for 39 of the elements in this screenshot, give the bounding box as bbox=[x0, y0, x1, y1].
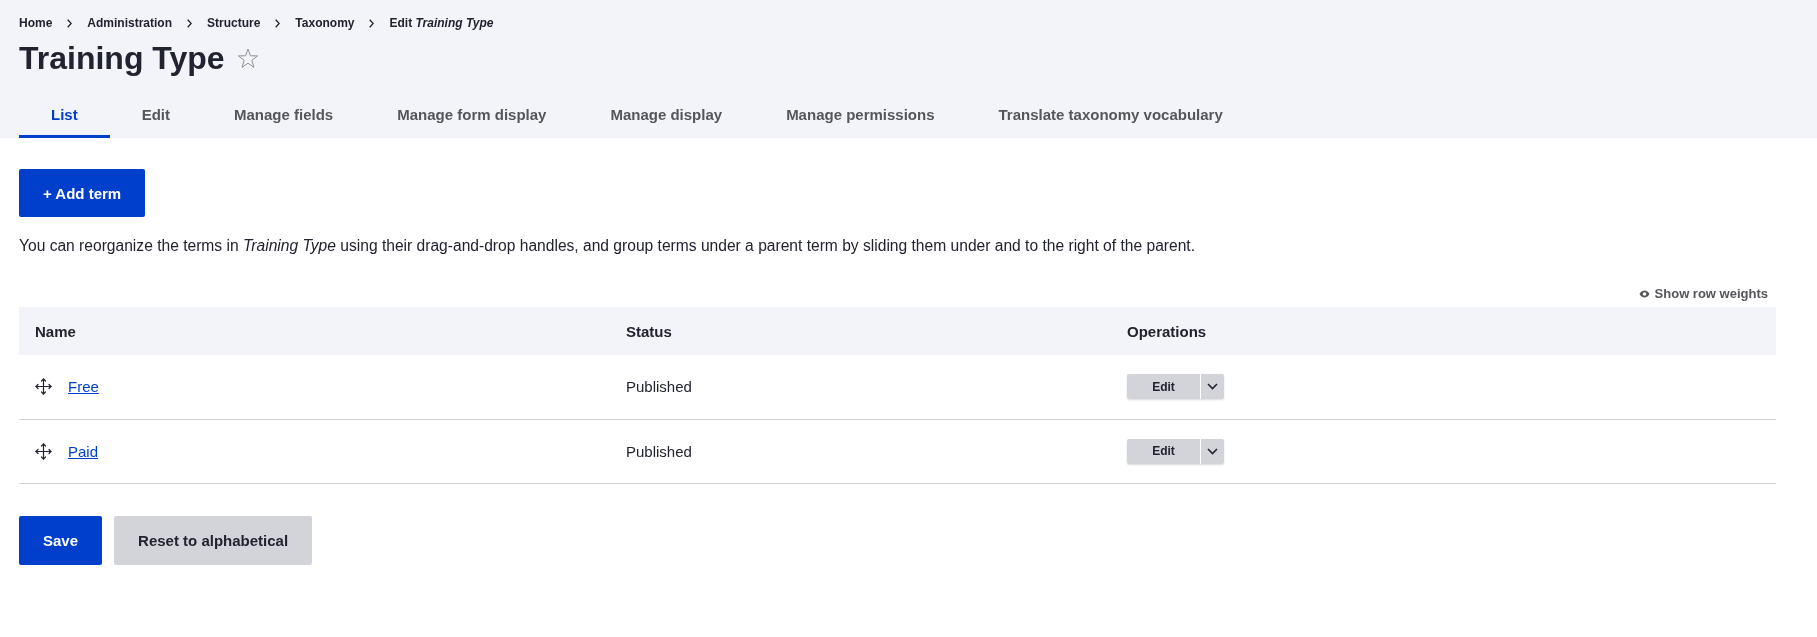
chevron-down-icon bbox=[1207, 383, 1218, 391]
column-header: Operations bbox=[1111, 307, 1776, 355]
show-row-weights-button[interactable]: Show row weights bbox=[1638, 285, 1768, 303]
tab[interactable]: Manage permissions bbox=[754, 90, 967, 138]
breadcrumb-link[interactable]: Administration bbox=[87, 14, 172, 32]
status-cell: Published bbox=[610, 419, 1111, 483]
edit-button[interactable]: Edit bbox=[1127, 438, 1200, 464]
save-button[interactable]: Save bbox=[19, 515, 103, 565]
help-text: You can reorganize the terms in Training Type using their drag-and-drop handles, and group terms under a parent term by sliding them under and to the right of the parent. bbox=[19, 236, 1196, 256]
star-icon[interactable] bbox=[236, 47, 259, 69]
breadcrumb-link[interactable]: Structure bbox=[207, 14, 261, 32]
status-cell: Published bbox=[610, 355, 1111, 419]
dropdown-toggle-button[interactable] bbox=[1200, 374, 1224, 400]
chevron-right-icon bbox=[275, 18, 281, 28]
breadcrumb-link[interactable]: Home bbox=[19, 14, 53, 32]
reset-button[interactable]: Reset to alphabetical bbox=[114, 515, 313, 565]
chevron-right-icon bbox=[369, 18, 375, 28]
term-link[interactable]: Paid bbox=[68, 442, 99, 460]
tab[interactable]: Manage fields bbox=[202, 90, 366, 138]
page-title: Training Type bbox=[19, 39, 225, 78]
chevron-down-icon bbox=[1207, 447, 1218, 455]
column-header: Name bbox=[19, 307, 610, 355]
tab[interactable]: List bbox=[19, 90, 110, 138]
edit-button[interactable]: Edit bbox=[1127, 374, 1200, 400]
move-icon[interactable] bbox=[35, 378, 52, 396]
add-term-button[interactable]: + Add term bbox=[19, 169, 146, 217]
tab[interactable]: Manage form display bbox=[365, 90, 579, 138]
column-header: Status bbox=[610, 307, 1111, 355]
breadcrumb-link[interactable]: Taxonomy bbox=[295, 14, 355, 32]
move-icon[interactable] bbox=[35, 442, 52, 460]
tab[interactable]: Manage display bbox=[578, 90, 755, 138]
term-link[interactable]: Free bbox=[68, 378, 99, 396]
tab[interactable]: Edit bbox=[109, 90, 202, 138]
eye-icon bbox=[1638, 290, 1650, 298]
tab[interactable]: Translate taxonomy vocabulary bbox=[966, 90, 1255, 138]
dropdown-toggle-button[interactable] bbox=[1200, 438, 1224, 464]
chevron-right-icon bbox=[187, 18, 192, 28]
chevron-right-icon bbox=[67, 18, 73, 28]
breadcrumb-link[interactable]: Edit Training Type bbox=[389, 14, 494, 32]
